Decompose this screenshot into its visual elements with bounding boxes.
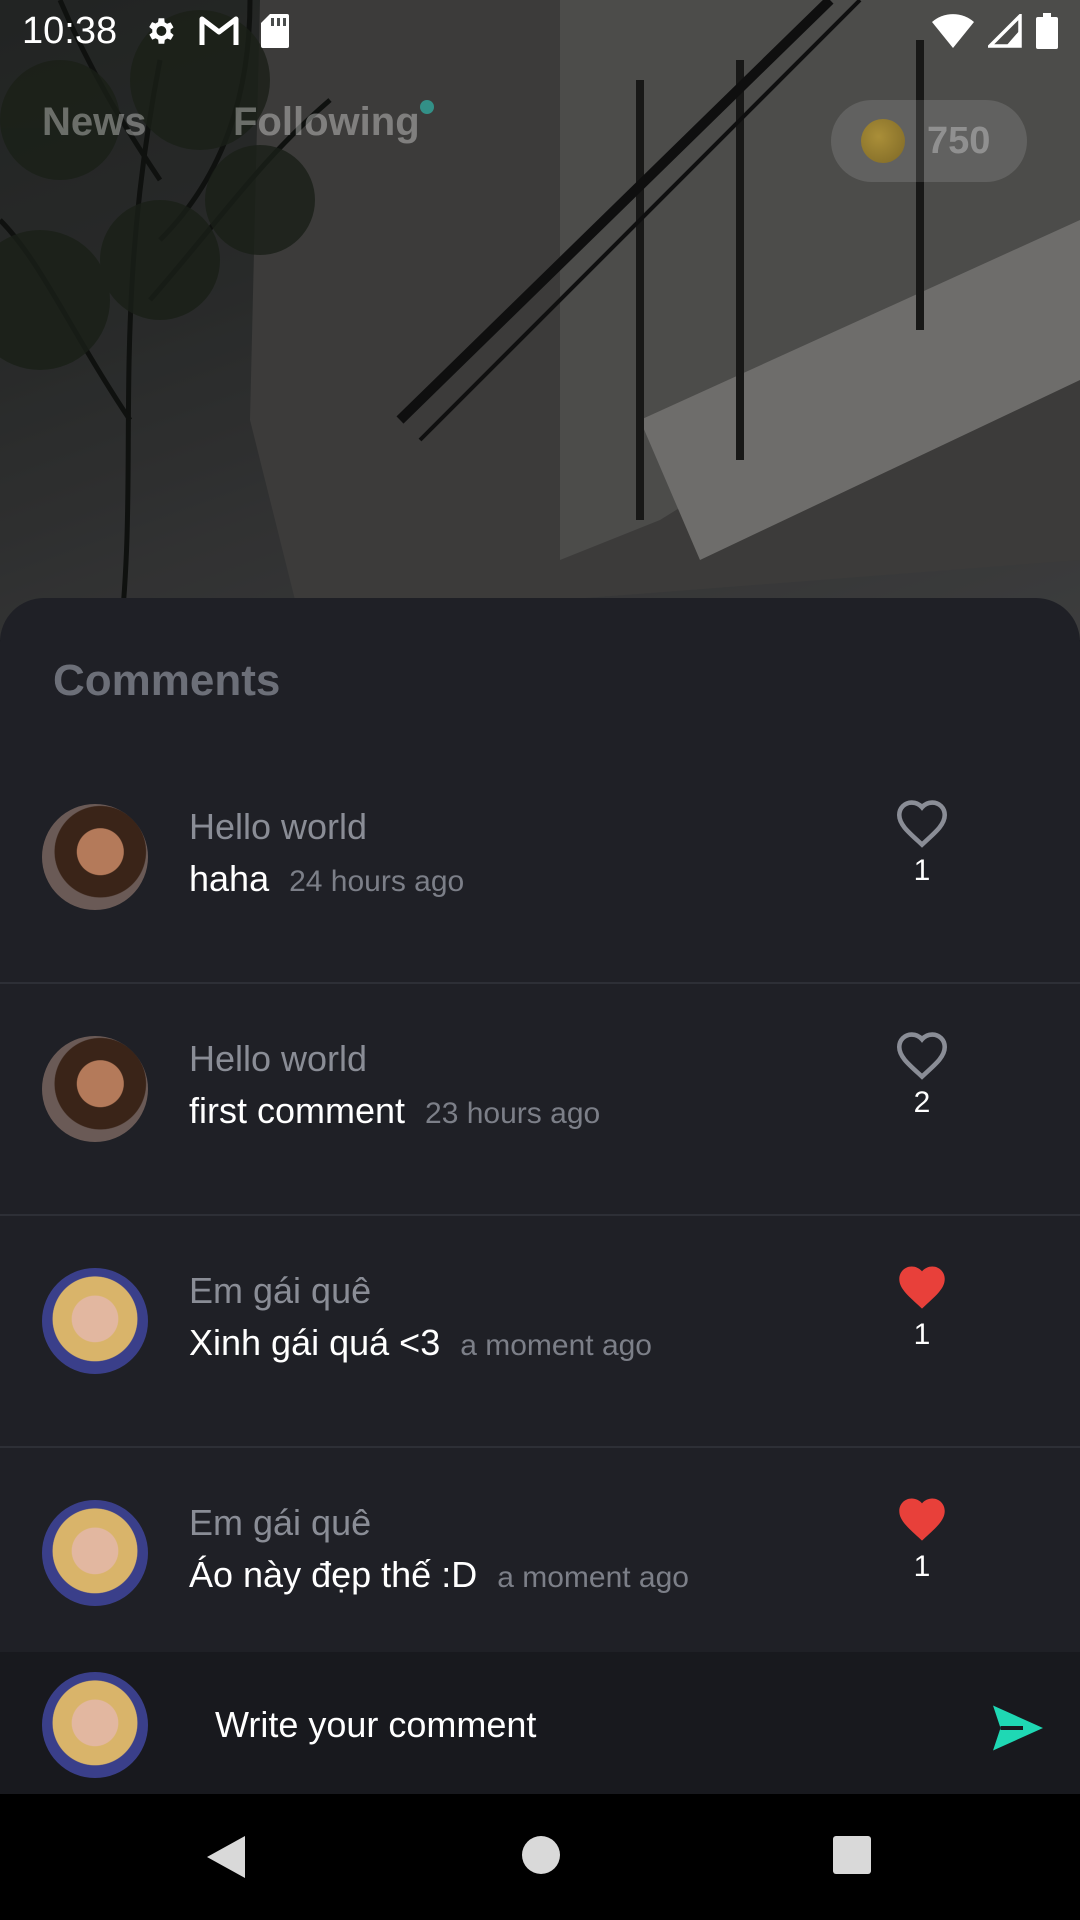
comment-time: 23 hours ago (425, 1097, 601, 1130)
heart-outline-icon (896, 1032, 948, 1080)
like-button[interactable]: 1 (880, 798, 964, 888)
like-button[interactable]: 2 (880, 1030, 964, 1120)
back-icon[interactable] (205, 1834, 247, 1880)
coin-value: 750 (927, 119, 991, 162)
following-new-dot (420, 100, 434, 114)
cell-signal-icon (988, 14, 1022, 48)
comment-item: Hello world haha 24 hours ago 1 (0, 754, 1080, 984)
comment-time: a moment ago (460, 1329, 652, 1362)
avatar[interactable] (42, 804, 148, 910)
coin-icon (861, 119, 905, 163)
like-button[interactable]: 1 (880, 1494, 964, 1584)
comment-body: Xinh gái quá <3 a moment ago (189, 1322, 652, 1364)
home-icon[interactable] (520, 1834, 562, 1876)
like-button[interactable]: 1 (880, 1262, 964, 1352)
coin-balance[interactable]: 750 (831, 100, 1027, 182)
send-icon[interactable] (988, 1698, 1048, 1758)
status-time: 10:38 (22, 9, 118, 52)
comment-author[interactable]: Em gái quê (189, 1502, 371, 1544)
status-icons-left (143, 14, 290, 48)
comment-text: Áo này đẹp thế :D (189, 1554, 478, 1595)
comment-time: 24 hours ago (289, 865, 465, 898)
avatar[interactable] (42, 1500, 148, 1606)
comment-item: Em gái quê Xinh gái quá <3 a moment ago … (0, 1218, 1080, 1448)
tab-news[interactable]: News (42, 100, 147, 145)
top-nav: News Following 750 (0, 62, 1080, 192)
comment-text: first comment (189, 1090, 406, 1131)
like-count: 1 (913, 854, 931, 887)
comment-text: Xinh gái quá <3 (189, 1322, 441, 1363)
comment-input-bar (0, 1652, 1080, 1794)
heart-filled-icon (899, 1498, 945, 1541)
sheet-title: Comments (53, 656, 281, 705)
status-bar: 10:38 (0, 0, 1080, 62)
comment-text: haha (189, 858, 270, 899)
comment-body: first comment 23 hours ago (189, 1090, 600, 1132)
like-count: 1 (913, 1550, 931, 1583)
comment-body: Áo này đẹp thế :D a moment ago (189, 1554, 689, 1596)
sd-card-icon (261, 14, 290, 48)
wifi-icon (932, 14, 974, 48)
tab-following[interactable]: Following (233, 100, 420, 145)
recents-icon[interactable] (831, 1834, 873, 1876)
comment-body: haha 24 hours ago (189, 858, 464, 900)
comment-author[interactable]: Em gái quê (189, 1270, 371, 1312)
heart-outline-icon (896, 800, 948, 848)
comment-author[interactable]: Hello world (189, 1038, 367, 1080)
avatar[interactable] (42, 1036, 148, 1142)
gmail-icon (199, 16, 239, 45)
comments-sheet: Comments Hello world haha 24 hours ago 1… (0, 598, 1080, 1794)
like-count: 2 (913, 1086, 931, 1119)
system-nav-bar (0, 1794, 1080, 1920)
comment-time: a moment ago (497, 1561, 689, 1594)
battery-icon (1036, 13, 1058, 49)
comment-item: Em gái quê Áo này đẹp thế :D a moment ag… (0, 1450, 1080, 1680)
comment-item: Hello world first comment 23 hours ago 2 (0, 986, 1080, 1216)
heart-filled-icon (899, 1266, 945, 1309)
comment-author[interactable]: Hello world (189, 806, 367, 848)
like-count: 1 (913, 1318, 931, 1351)
comment-input[interactable] (215, 1686, 955, 1764)
status-icons-right (932, 13, 1058, 49)
avatar[interactable] (42, 1268, 148, 1374)
settings-icon (149, 18, 174, 44)
my-avatar (42, 1672, 148, 1778)
